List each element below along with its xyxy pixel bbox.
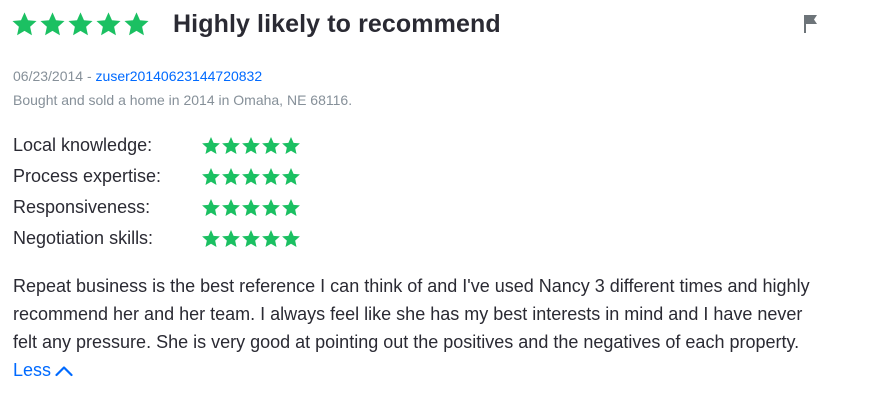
review-meta: 06/23/2014 - zuser20140623144720832 xyxy=(13,68,262,84)
star-icon xyxy=(261,167,281,187)
rating-label: Local knowledge: xyxy=(13,135,153,155)
chevron-up-icon xyxy=(55,366,73,377)
less-label: Less xyxy=(13,360,52,380)
rating-stars xyxy=(201,198,301,218)
star-icon xyxy=(281,167,301,187)
star-icon xyxy=(39,11,66,38)
star-icon xyxy=(201,229,221,249)
review-date: 06/23/2014 xyxy=(13,68,84,84)
transaction-info: Bought and sold a home in 2014 in Omaha,… xyxy=(13,92,353,108)
star-icon xyxy=(201,198,221,218)
rating-row-process-expertise: Process expertise: xyxy=(13,161,301,192)
meta-separator: - xyxy=(83,68,96,84)
star-icon xyxy=(261,136,281,156)
star-icon xyxy=(201,167,221,187)
star-icon xyxy=(123,11,150,38)
rating-stars xyxy=(201,167,301,187)
overall-rating-stars xyxy=(11,11,151,38)
star-icon xyxy=(221,167,241,187)
star-icon xyxy=(241,167,261,187)
star-icon xyxy=(201,136,221,156)
reviewer-link[interactable]: zuser20140623144720832 xyxy=(96,68,263,84)
star-icon xyxy=(241,198,261,218)
star-icon xyxy=(281,198,301,218)
star-icon xyxy=(95,11,122,38)
star-icon xyxy=(281,136,301,156)
rating-row-local-knowledge: Local knowledge: xyxy=(13,130,301,161)
star-icon xyxy=(281,229,301,249)
rating-label: Process expertise: xyxy=(13,166,162,186)
star-icon xyxy=(221,198,241,218)
rating-label: Responsiveness: xyxy=(13,197,151,217)
review-title: Highly likely to recommend xyxy=(173,10,501,38)
rating-row-negotiation-skills: Negotiation skills: xyxy=(13,223,301,254)
review-text: Repeat business is the best reference I … xyxy=(13,276,810,352)
sub-ratings: Local knowledge: Process expertise: Resp… xyxy=(13,130,301,254)
review-body: Repeat business is the best reference I … xyxy=(13,272,813,384)
star-icon xyxy=(11,11,38,38)
rating-stars xyxy=(201,229,301,249)
star-icon xyxy=(261,229,281,249)
review-header: Highly likely to recommend xyxy=(11,10,501,39)
flag-icon[interactable] xyxy=(803,14,819,39)
star-icon xyxy=(221,229,241,249)
star-icon xyxy=(261,198,281,218)
rating-stars xyxy=(201,136,301,156)
rating-row-responsiveness: Responsiveness: xyxy=(13,192,301,223)
star-icon xyxy=(221,136,241,156)
rating-label: Negotiation skills: xyxy=(13,228,154,248)
star-icon xyxy=(241,229,261,249)
star-icon xyxy=(67,11,94,38)
star-icon xyxy=(241,136,261,156)
less-link[interactable]: Less xyxy=(13,360,73,380)
